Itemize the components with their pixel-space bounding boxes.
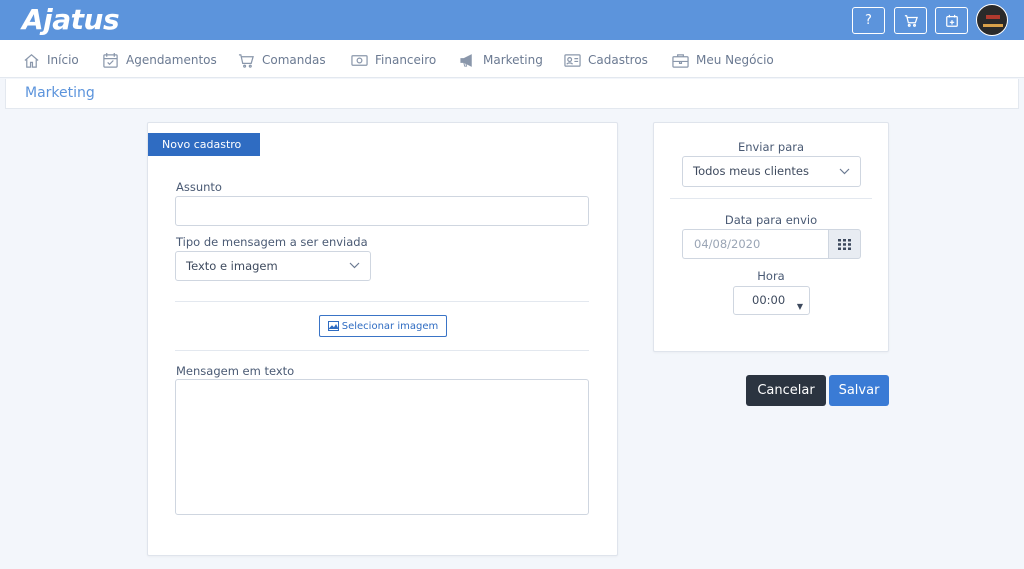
section-divider: [175, 301, 589, 302]
subject-input[interactable]: [175, 196, 589, 226]
megaphone-icon: [460, 53, 472, 67]
briefcase-icon: [672, 53, 689, 68]
cart-button[interactable]: [894, 7, 927, 34]
nav-item-marketing[interactable]: Marketing: [459, 51, 543, 69]
chevron-down-icon: [839, 168, 850, 175]
nav-item-financeiro[interactable]: Financeiro: [351, 51, 436, 69]
nav-item-label: Meu Negócio: [696, 53, 774, 67]
nav-item-cadastros[interactable]: Cadastros: [564, 51, 648, 69]
send-to-label: Enviar para: [737, 140, 805, 154]
help-button[interactable]: ?: [852, 7, 885, 34]
caret-down-icon: ▼: [796, 302, 803, 311]
save-button[interactable]: Salvar: [829, 375, 889, 406]
date-picker-button[interactable]: [828, 229, 861, 259]
money-icon: [351, 54, 368, 66]
text-message-textarea[interactable]: [175, 379, 589, 515]
main-nav: Início Agendamentos Comandas Financeiro …: [0, 40, 1024, 78]
time-select[interactable]: 00:00 ▼: [733, 286, 810, 315]
question-icon: ?: [865, 13, 872, 28]
message-type-select[interactable]: Texto e imagem: [175, 251, 371, 281]
nav-item-label: Marketing: [483, 53, 543, 67]
calendar-plus-icon: [945, 14, 958, 27]
new-campaign-form: Novo cadastro Assunto Tipo de mensagem a…: [147, 122, 618, 556]
calendar-grid-icon: [838, 238, 851, 250]
text-message-label: Mensagem em texto: [176, 364, 295, 378]
nav-item-inicio[interactable]: Início: [23, 51, 79, 69]
cancel-button[interactable]: Cancelar: [746, 375, 826, 406]
nav-item-label: Agendamentos: [126, 53, 217, 67]
send-to-value: Todos meus clientes: [693, 164, 809, 178]
page-title: Marketing: [25, 85, 95, 101]
user-avatar[interactable]: [976, 4, 1008, 36]
nav-item-label: Financeiro: [375, 53, 437, 67]
chevron-down-icon: [349, 262, 360, 269]
date-label: Data para envio: [724, 213, 818, 227]
top-bar: Ajatus ?: [0, 0, 1024, 40]
nav-item-label: Início: [47, 53, 79, 67]
image-icon: [327, 321, 339, 331]
nav-item-comandas[interactable]: Comandas: [238, 51, 326, 69]
time-value: 00:00: [752, 293, 786, 307]
avatar-logo-mark: [986, 15, 1000, 19]
calendar-add-button[interactable]: [935, 7, 968, 34]
nav-item-meu-negocio[interactable]: Meu Negócio: [672, 51, 774, 69]
select-image-label: Selecionar imagem: [341, 320, 439, 332]
calendar-check-icon: [103, 52, 118, 68]
nav-item-agendamentos[interactable]: Agendamentos: [102, 51, 217, 69]
time-label: Hora: [757, 269, 785, 283]
send-options-panel: Enviar para Todos meus clientes Data par…: [653, 122, 889, 352]
home-icon: [24, 53, 39, 68]
app-logo[interactable]: Ajatus: [22, 2, 120, 38]
id-card-icon: [564, 53, 581, 67]
message-type-label: Tipo de mensagem a ser enviada: [176, 235, 368, 249]
date-input[interactable]: 04/08/2020: [682, 229, 828, 259]
nav-item-label: Comandas: [262, 53, 326, 67]
select-image-button[interactable]: Selecionar imagem: [319, 315, 447, 337]
avatar-logo-bar: [983, 24, 1003, 27]
section-divider: [670, 198, 872, 199]
message-type-value: Texto e imagem: [186, 259, 278, 273]
subject-label: Assunto: [176, 180, 222, 194]
form-tab-label: Novo cadastro: [148, 133, 260, 156]
breadcrumb: Marketing: [5, 79, 1019, 109]
cart-icon: [904, 14, 918, 27]
nav-item-label: Cadastros: [588, 53, 648, 67]
send-to-select[interactable]: Todos meus clientes: [682, 156, 861, 187]
section-divider: [175, 350, 589, 351]
cart-icon: [238, 53, 254, 68]
